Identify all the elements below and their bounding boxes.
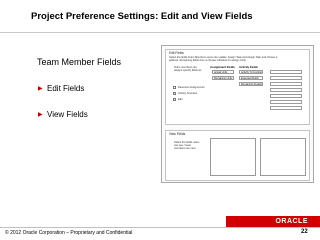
extra-field-4[interactable] bbox=[270, 88, 302, 92]
title-divider bbox=[0, 32, 320, 33]
extra-field-5[interactable] bbox=[270, 94, 302, 98]
activity-field-1[interactable]: Activity % Complete bbox=[239, 70, 263, 74]
edit-fields-description: Select the fields Team Members users can… bbox=[169, 56, 278, 63]
assignment-fields-header: Assignment Fields bbox=[210, 65, 235, 69]
activity-fields-header: Activity Fields bbox=[239, 65, 258, 69]
bullet-item-edit-fields: ▶ Edit Fields bbox=[38, 84, 85, 93]
resource-assignments-label: Resource Assignments bbox=[178, 86, 205, 89]
view-fields-panel: View Fields Select the fields users can … bbox=[165, 130, 310, 181]
bullet-icon: ▶ bbox=[38, 112, 43, 118]
edit-label: Edit bbox=[178, 98, 183, 101]
activity-field-3[interactable]: Remaining Duration bbox=[239, 82, 263, 86]
resource-assignments-checkbox[interactable] bbox=[173, 86, 176, 89]
extra-field-2[interactable] bbox=[270, 76, 302, 80]
bullet-label: View Fields bbox=[47, 110, 88, 119]
extra-field-7[interactable] bbox=[270, 106, 302, 110]
bullet-item-view-fields: ▶ View Fields bbox=[38, 110, 88, 119]
bullet-label: Edit Fields bbox=[47, 84, 85, 93]
activity-scenario-label: Activity Scenario bbox=[178, 92, 198, 95]
oracle-logo: ORACLE bbox=[275, 218, 308, 225]
view-fields-panel-title: View Fields bbox=[169, 132, 186, 136]
view-fields-label: Select the fields users can see / team m… bbox=[174, 141, 200, 151]
extra-field-3[interactable] bbox=[270, 82, 302, 86]
title-bar: Project Preference Settings: Edit and Vi… bbox=[0, 0, 320, 30]
slide-title: Project Preference Settings: Edit and Vi… bbox=[31, 11, 253, 22]
view-fields-selected-list[interactable] bbox=[260, 138, 306, 176]
footer-divider bbox=[0, 227, 320, 228]
copyright-footer: © 2012 Oracle Corporation – Proprietary … bbox=[5, 230, 133, 236]
extra-field-6[interactable] bbox=[270, 100, 302, 104]
page-number: 22 bbox=[301, 229, 308, 235]
settings-screenshot: Edit Fields Select the fields Team Membe… bbox=[161, 45, 314, 183]
team-members-assign-label: Team members can assign/ specify fields … bbox=[174, 66, 202, 73]
activity-field-2[interactable]: Expected Finish bbox=[239, 76, 263, 80]
edit-fields-panel-title: Edit Fields bbox=[169, 51, 184, 55]
bullet-icon: ▶ bbox=[38, 86, 43, 92]
assignment-field-1[interactable]: Actual Units bbox=[212, 70, 234, 74]
section-heading: Team Member Fields bbox=[37, 57, 122, 67]
edit-checkbox[interactable] bbox=[173, 98, 176, 101]
view-fields-available-list[interactable] bbox=[210, 138, 256, 176]
activity-scenario-checkbox[interactable] bbox=[173, 92, 176, 95]
extra-field-1[interactable] bbox=[270, 70, 302, 74]
edit-fields-panel: Edit Fields Select the fields Team Membe… bbox=[165, 49, 310, 125]
assignment-field-2[interactable]: Remaining Units bbox=[212, 76, 234, 80]
